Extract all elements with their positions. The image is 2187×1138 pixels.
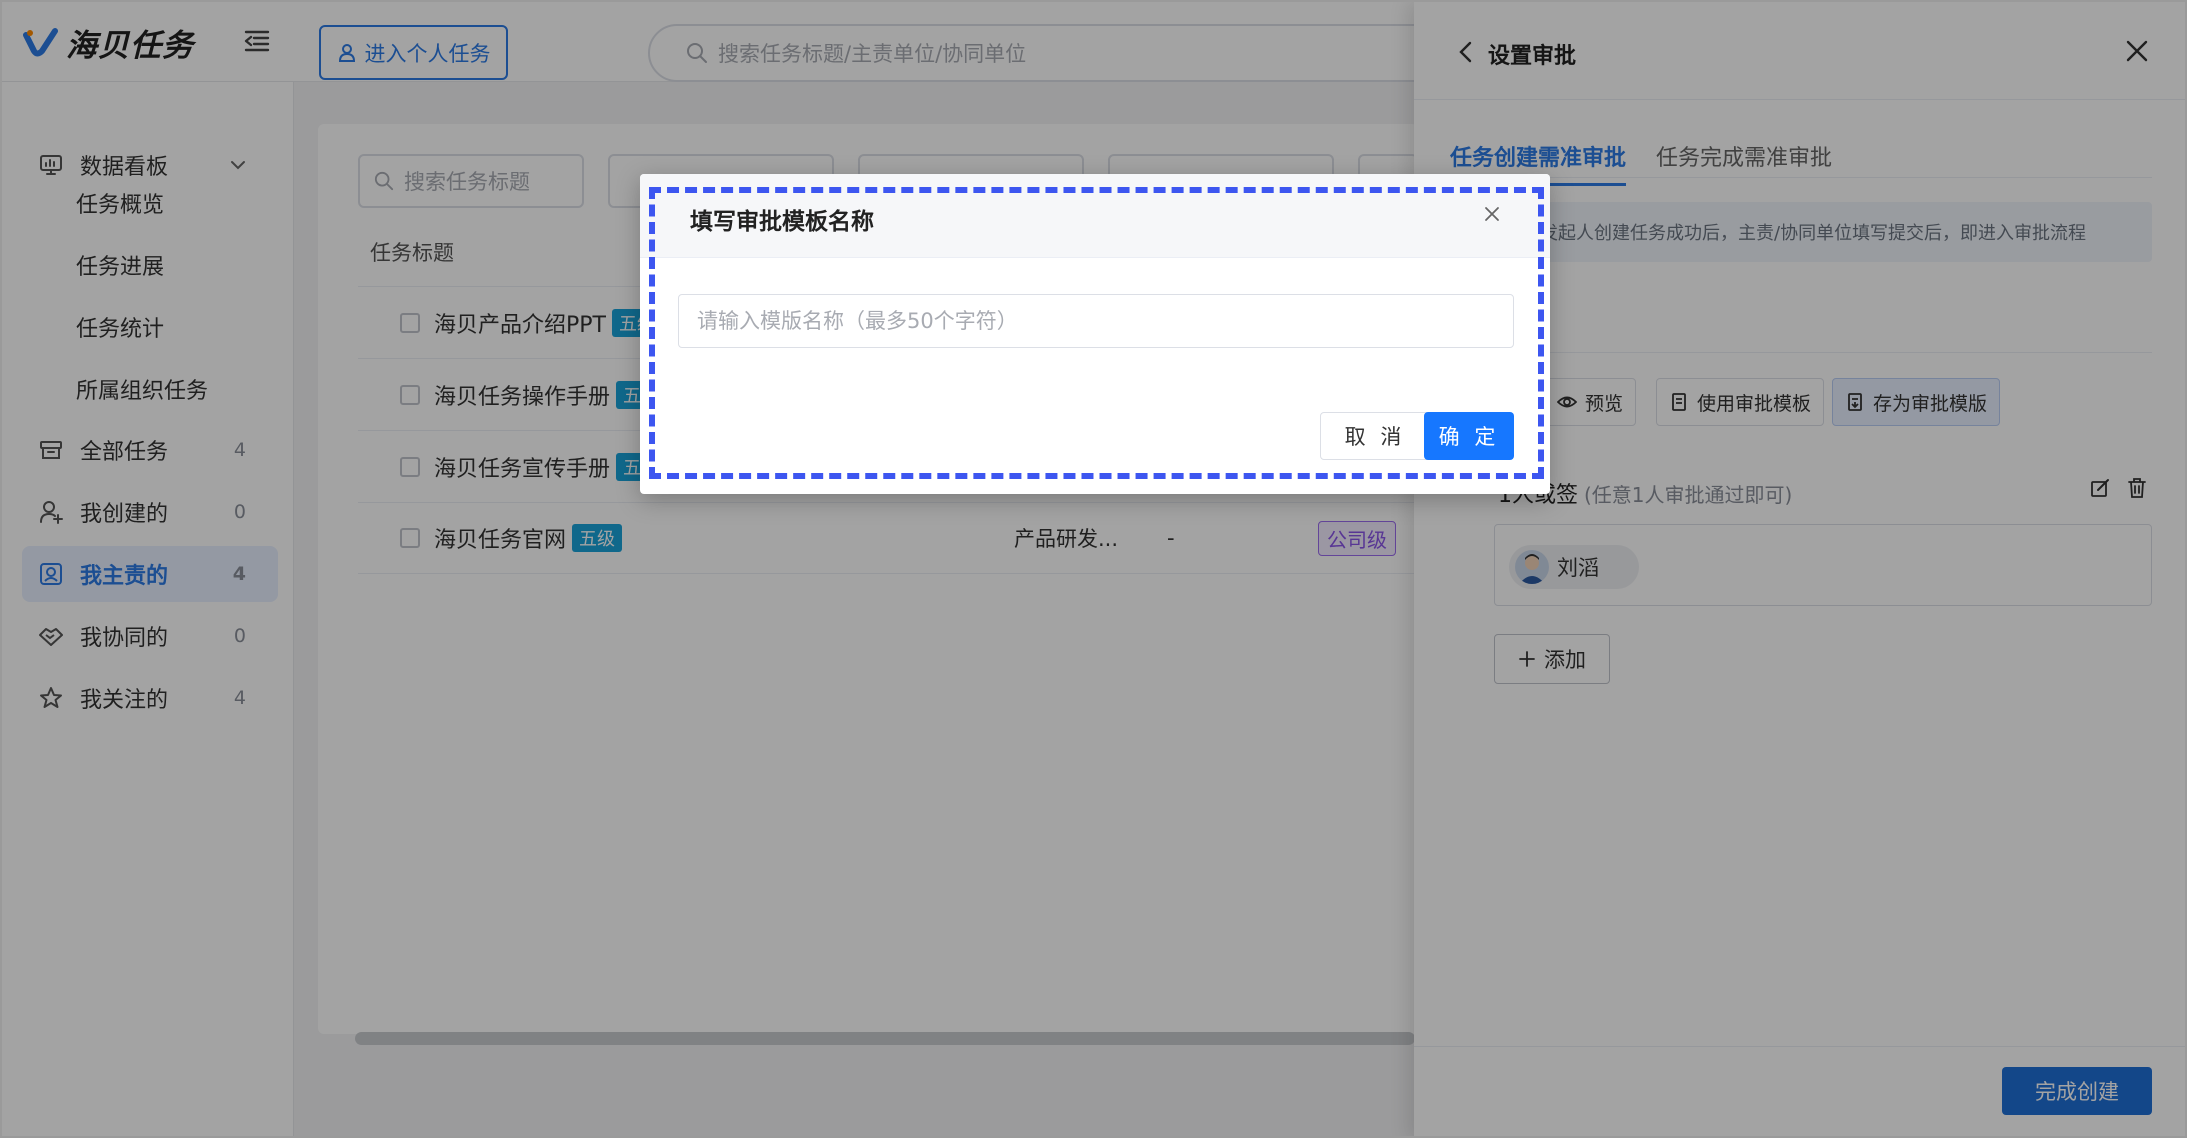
cancel-button[interactable]: 取 消 [1320, 412, 1430, 460]
template-name-dialog: 填写审批模板名称 取 消 确 定 [640, 174, 1550, 494]
app-frame: 海贝任务 进入个人任务 搜索任务标题/主责单位/协同单位 数据看板 任务概览 任… [0, 0, 2187, 1138]
drawer-overlay [1414, 2, 2185, 1136]
confirm-button[interactable]: 确 定 [1424, 412, 1514, 460]
dialog-header: 填写审批模板名称 [640, 174, 1550, 258]
close-icon[interactable] [1482, 204, 1502, 224]
template-name-input[interactable] [678, 294, 1514, 348]
dialog-title: 填写审批模板名称 [690, 209, 874, 235]
